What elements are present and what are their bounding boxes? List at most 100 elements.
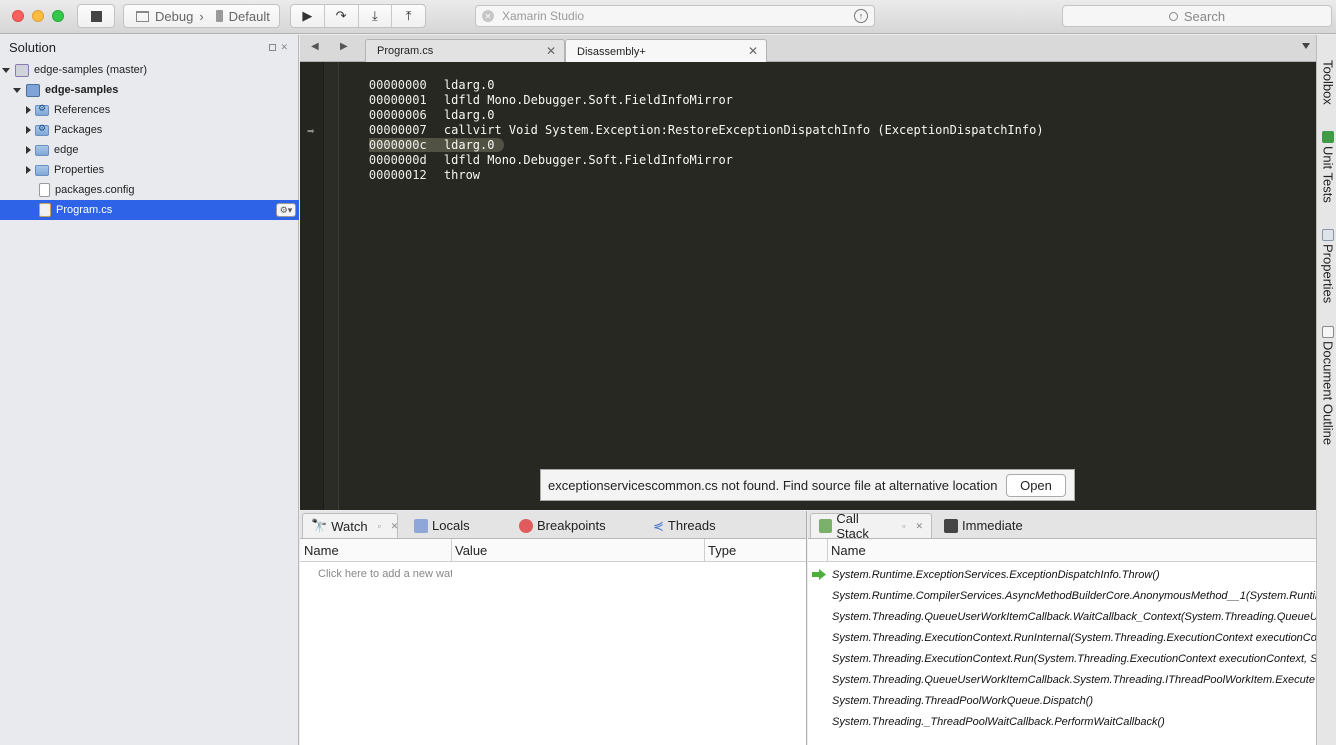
step-over-icon: ↷ [335, 8, 347, 23]
nav-forward-icon[interactable]: ▶ [340, 41, 348, 52]
close-icon[interactable]: ✕ [546, 44, 556, 58]
source-not-found-bar: exceptionservicescommon.cs not found. Fi… [540, 469, 1075, 501]
close-icon[interactable]: ✕ [391, 521, 399, 532]
stop-button[interactable] [77, 4, 115, 28]
stack-frame-row[interactable]: System.Threading.QueueUserWorkItemCallba… [808, 669, 1316, 690]
threads-icon: ⋞ [653, 517, 664, 533]
dock-document-outline[interactable]: Document Outline [1319, 326, 1336, 445]
tab-disassembly[interactable]: Disassembly+ ✕ [565, 39, 767, 63]
execution-pointer-icon: ➡ [307, 126, 315, 136]
dock-icon[interactable]: ▫ [378, 521, 381, 531]
tree-item-program-cs[interactable]: Program.cs ⚙▾ [0, 200, 299, 220]
column-name[interactable]: Name [827, 543, 866, 558]
stack-frame-row[interactable]: System.Threading._ThreadPoolWaitCallback… [808, 711, 1316, 732]
debug-controls: ▶ ↷ ⤓ ⤒ [290, 4, 426, 28]
source-not-found-message: exceptionservicescommon.cs not found. Fi… [548, 477, 998, 493]
tree-item-label: edge-samples [45, 84, 119, 96]
step-over-button[interactable]: ↷ [325, 5, 359, 27]
configuration-selector[interactable]: Debug › Default [123, 4, 280, 28]
search-icon [1168, 11, 1178, 21]
tree-item-label: edge [54, 144, 79, 156]
tab-program-cs[interactable]: Program.cs ✕ [365, 39, 565, 62]
current-frame-arrow-icon [812, 569, 826, 580]
solution-pad-header: Solution ✕ [0, 35, 298, 60]
zoom-window-button[interactable] [52, 10, 64, 22]
collapse-arrow-icon[interactable] [26, 106, 31, 114]
play-icon: ▶ [302, 8, 313, 23]
chevron-down-icon[interactable] [1302, 43, 1310, 49]
tab-watch[interactable]: 🔭 Watch ▫ ✕ [302, 513, 398, 538]
gear-icon: ⚙▾ [279, 204, 293, 215]
dock-icon[interactable] [269, 44, 277, 51]
tab-locals[interactable]: Locals [406, 513, 478, 538]
collapse-arrow-icon[interactable] [26, 166, 31, 174]
device-label: Default [228, 8, 270, 24]
upload-icon[interactable]: ↑ [854, 9, 868, 23]
configuration-label: Debug [155, 8, 194, 24]
step-out-button[interactable]: ⤒ [392, 5, 425, 27]
tab-breakpoints[interactable]: Breakpoints [511, 513, 614, 538]
call-stack-column-headers: Name [808, 539, 1316, 562]
solution-icon [15, 63, 29, 77]
tab-threads[interactable]: ⋞ Threads [645, 513, 724, 538]
tree-item-edge[interactable]: edge [0, 140, 299, 160]
chevron-right-icon: › [199, 8, 204, 24]
references-folder-icon [35, 103, 49, 116]
tab-label: Disassembly+ [577, 45, 646, 58]
close-icon[interactable]: ✕ [915, 521, 923, 532]
tree-item-properties[interactable]: Properties [0, 160, 299, 180]
step-into-button[interactable]: ⤓ [359, 5, 393, 27]
code-line: 00000006 ldarg.0 [368, 108, 495, 122]
tab-label: Program.cs [377, 45, 434, 57]
tab-call-stack[interactable]: Call Stack ▫ ✕ [810, 511, 932, 541]
call-stack-pad: Call Stack ▫ ✕ Immediate Name System.Run… [808, 511, 1316, 745]
dock-properties[interactable]: Properties [1319, 229, 1336, 303]
close-window-button[interactable] [12, 10, 24, 22]
binoculars-icon: 🔭 [311, 518, 328, 533]
current-code-line: 0000000c ldarg.0 [340, 123, 505, 152]
open-button[interactable]: Open [1006, 474, 1066, 497]
tree-item-project[interactable]: edge-samples [0, 80, 299, 100]
tree-item-packages[interactable]: Packages [0, 120, 299, 140]
tree-item-references[interactable]: References [0, 100, 299, 120]
gear-menu-button[interactable]: ⚙▾ [276, 203, 296, 217]
column-name[interactable]: Name [300, 543, 339, 558]
xamarin-icon: ✕ [482, 10, 494, 22]
stack-frame-row[interactable]: System.Runtime.ExceptionServices.Excepti… [808, 564, 1316, 585]
tree-item-label: edge-samples (master) [34, 64, 148, 76]
terminal-icon [944, 518, 958, 533]
tree-item-packages-config[interactable]: packages.config [0, 180, 299, 200]
column-value[interactable]: Value [451, 543, 487, 558]
editor-gutter[interactable]: ➡ [300, 62, 324, 510]
add-watch-hint[interactable]: Click here to add a new watch [318, 568, 452, 580]
tab-immediate[interactable]: Immediate [936, 513, 1031, 538]
properties-icon [1322, 229, 1334, 241]
stack-frame-row[interactable]: System.Runtime.CompilerServices.AsyncMet… [808, 585, 1316, 606]
watch-column-headers: Name Value Type [300, 539, 806, 562]
call-stack-icon [819, 519, 833, 533]
right-dock: Toolbox Unit Tests Properties Document O… [1316, 35, 1336, 745]
dock-toolbox[interactable]: Toolbox [1319, 60, 1336, 105]
disassembly-editor[interactable]: ➡ 00000000 ldarg.0 00000001 ldfld Mono.Deb… [300, 62, 1316, 510]
column-type[interactable]: Type [704, 543, 736, 558]
stack-frame-row[interactable]: System.Threading.ExecutionContext.RunInt… [808, 627, 1316, 648]
dock-unit-tests[interactable]: Unit Tests [1319, 131, 1336, 203]
close-icon[interactable]: ✕ [748, 44, 758, 58]
nav-back-icon[interactable]: ◀ [311, 41, 319, 52]
stack-frame-row[interactable]: System.Threading.ThreadPoolWorkQueue.Dis… [808, 690, 1316, 711]
minimize-window-button[interactable] [32, 10, 44, 22]
expand-arrow-icon[interactable] [13, 87, 21, 93]
stack-frame-row[interactable]: System.Threading.ExecutionContext.Run(Sy… [808, 648, 1316, 669]
search-input[interactable]: Search [1062, 5, 1332, 27]
tree-item-solution[interactable]: edge-samples (master) [0, 60, 299, 80]
close-icon[interactable]: ✕ [280, 42, 288, 53]
continue-button[interactable]: ▶ [291, 5, 325, 27]
code-line: 00000012 throw [368, 168, 481, 182]
expand-arrow-icon[interactable] [2, 67, 10, 73]
collapse-arrow-icon[interactable] [26, 126, 31, 134]
collapse-arrow-icon[interactable] [26, 146, 31, 154]
app-title: Xamarin Studio [502, 9, 585, 23]
stack-frame-row[interactable]: System.Threading.QueueUserWorkItemCallba… [808, 606, 1316, 627]
dock-icon[interactable]: ▫ [902, 521, 905, 531]
step-out-icon: ⤒ [405, 8, 412, 23]
